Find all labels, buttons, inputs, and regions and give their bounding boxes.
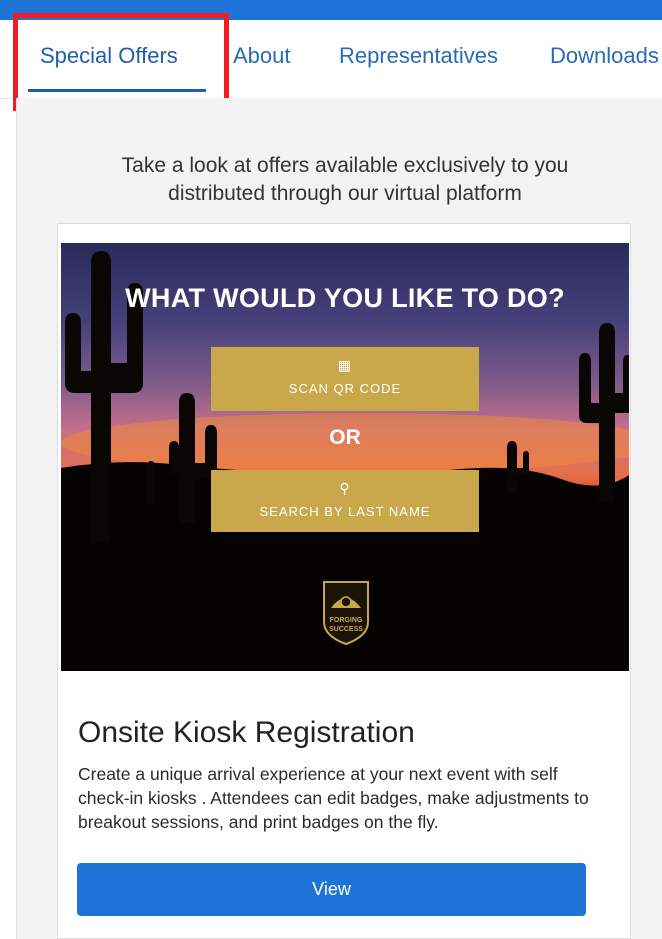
search-by-last-name-label: SEARCH BY LAST NAME <box>259 504 431 519</box>
or-separator: OR <box>329 426 361 449</box>
scan-qr-code-button[interactable]: ▦ SCAN QR CODE <box>211 347 479 411</box>
tab-downloads[interactable]: Downloads <box>550 43 659 69</box>
tab-representatives[interactable]: Representatives <box>339 43 498 69</box>
view-button[interactable]: View <box>77 863 586 916</box>
highlight-annotation-box <box>13 13 229 111</box>
intro-line-1: Take a look at offers available exclusiv… <box>121 154 569 177</box>
forging-success-logo: FORGING SUCCESS <box>323 581 369 646</box>
offer-title: Onsite Kiosk Registration <box>78 716 415 749</box>
search-by-last-name-button[interactable]: ⚲ SEARCH BY LAST NAME <box>211 470 479 532</box>
scan-qr-code-label: SCAN QR CODE <box>288 381 402 396</box>
offer-hero-image: WHAT WOULD YOU LIKE TO DO? ▦ SCAN QR COD… <box>61 243 629 671</box>
offer-description: Create a unique arrival experience at yo… <box>78 764 589 832</box>
logo-text-success: SUCCESS <box>329 626 363 633</box>
hero-heading: WHAT WOULD YOU LIKE TO DO? <box>125 283 565 313</box>
tab-about[interactable]: About <box>233 43 291 69</box>
intro-text: Take a look at offers available exclusiv… <box>60 152 630 208</box>
qr-code-icon: ▦ <box>337 357 353 373</box>
search-icon: ⚲ <box>339 480 351 496</box>
logo-text-forging: FORGING <box>330 617 363 624</box>
intro-line-2: distributed through our virtual platform <box>168 182 522 205</box>
